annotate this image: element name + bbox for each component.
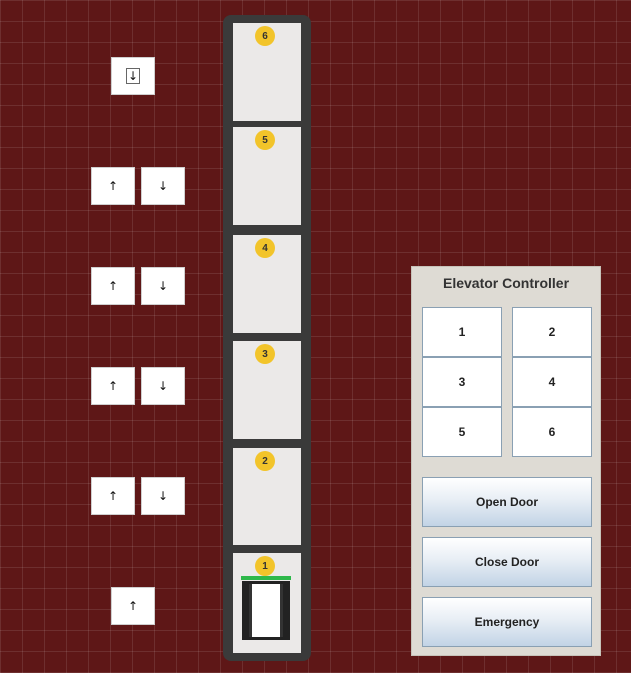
up-arrow-icon: ↑ (107, 279, 119, 293)
floor4-up-call-button[interactable]: ↑ (91, 267, 135, 305)
floor1-up-call-button[interactable]: ↑ (111, 587, 155, 625)
floor-button-6[interactable]: 6 (512, 407, 592, 457)
floor-number-badge: 6 (255, 26, 275, 46)
floor-button-1[interactable]: 1 (422, 307, 502, 357)
down-arrow-icon: ↓ (157, 489, 169, 503)
down-arrow-icon: ↓ (157, 279, 169, 293)
floor4-down-call-button[interactable]: ↓ (141, 267, 185, 305)
floor-number-badge: 2 (255, 451, 275, 471)
floor-button-4[interactable]: 4 (512, 357, 592, 407)
car-position-indicator (241, 576, 291, 580)
emergency-button[interactable]: Emergency (422, 597, 592, 647)
floor-number-badge: 3 (255, 344, 275, 364)
open-door-button[interactable]: Open Door (422, 477, 592, 527)
shaft-floor-3: 3 (233, 341, 301, 439)
floor3-down-call-button[interactable]: ↓ (141, 367, 185, 405)
elevator-controller-panel: Elevator Controller 1 2 3 4 5 6 Open Doo… (411, 266, 601, 656)
floor-button-3[interactable]: 3 (422, 357, 502, 407)
elevator-car (242, 581, 290, 640)
floor-button-2[interactable]: 2 (512, 307, 592, 357)
floor2-down-call-button[interactable]: ↓ (141, 477, 185, 515)
up-arrow-icon: ↑ (107, 489, 119, 503)
shaft-floor-5: 5 (233, 127, 301, 225)
floor2-up-call-button[interactable]: ↑ (91, 477, 135, 515)
up-arrow-icon: ↑ (107, 379, 119, 393)
floor5-down-call-button[interactable]: ↓ (141, 167, 185, 205)
floor6-down-call-button[interactable]: ↓ (111, 57, 155, 95)
floor5-up-call-button[interactable]: ↑ (91, 167, 135, 205)
floor-button-5[interactable]: 5 (422, 407, 502, 457)
floor-number-badge: 5 (255, 130, 275, 150)
shaft-floor-6: 6 (233, 23, 301, 121)
shaft-floor-2: 2 (233, 448, 301, 545)
floor-number-badge: 4 (255, 238, 275, 258)
close-door-button[interactable]: Close Door (422, 537, 592, 587)
down-arrow-icon: ↓ (125, 68, 141, 84)
floor-number-badge: 1 (255, 556, 275, 576)
down-arrow-icon: ↓ (157, 179, 169, 193)
up-arrow-icon: ↑ (107, 179, 119, 193)
up-arrow-icon: ↑ (127, 599, 139, 613)
shaft-floor-4: 4 (233, 235, 301, 333)
floor3-up-call-button[interactable]: ↑ (91, 367, 135, 405)
elevator-car-doors (249, 584, 283, 637)
panel-title: Elevator Controller (442, 275, 570, 291)
down-arrow-icon: ↓ (157, 379, 169, 393)
